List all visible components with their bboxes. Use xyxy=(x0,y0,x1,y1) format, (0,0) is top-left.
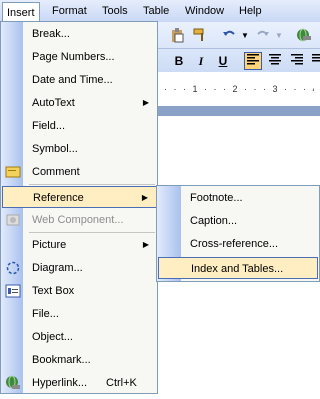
redo-dropdown-icon[interactable]: ▼ xyxy=(270,27,288,45)
italic-button[interactable]: I xyxy=(192,52,210,70)
text-box-icon xyxy=(5,283,21,299)
insert-hyperlink-icon[interactable] xyxy=(294,27,312,45)
format-painter-icon[interactable] xyxy=(191,27,209,45)
menu-item-symbol[interactable]: Symbol... xyxy=(2,138,157,160)
menu-item-page-numbers[interactable]: Page Numbers... xyxy=(2,46,157,68)
menu-item-bookmark[interactable]: Bookmark... xyxy=(2,349,157,371)
submenu-item-caption[interactable]: Caption... xyxy=(158,210,318,232)
menu-item-comment[interactable]: Comment xyxy=(2,161,157,183)
align-right-icon[interactable] xyxy=(288,52,306,70)
toolbar-area: ▼ ▼ B I U xyxy=(158,22,320,72)
menu-item-reference[interactable]: Reference ▶ xyxy=(2,186,157,208)
submenu-item-index-and-tables[interactable]: Index and Tables... xyxy=(158,257,318,279)
menu-window[interactable]: Window xyxy=(181,3,228,19)
underline-button[interactable]: U xyxy=(214,52,232,70)
hyperlink-icon xyxy=(5,375,21,391)
submenu-arrow-icon: ▶ xyxy=(142,240,149,249)
menu-item-date-time[interactable]: Date and Time... xyxy=(2,69,157,91)
menu-item-text-box[interactable]: Text Box xyxy=(2,280,157,302)
menu-item-autotext[interactable]: AutoText ▶ xyxy=(2,92,157,114)
ruler-margin-band xyxy=(158,106,320,116)
menu-bar: Insert Format Tools Table Window Help xyxy=(0,0,320,23)
menu-item-break[interactable]: Break... xyxy=(2,23,157,45)
web-component-icon xyxy=(5,212,21,228)
submenu-arrow-icon: ▶ xyxy=(142,98,149,107)
menu-item-field[interactable]: Field... xyxy=(2,115,157,137)
comment-icon xyxy=(5,164,21,180)
menu-separator xyxy=(29,184,155,185)
paste-icon[interactable] xyxy=(168,27,186,45)
submenu-item-footnote[interactable]: Footnote... xyxy=(158,187,318,209)
undo-dropdown-icon[interactable]: ▼ xyxy=(236,27,254,45)
submenu-arrow-icon: ▶ xyxy=(141,193,148,202)
submenu-item-cross-reference[interactable]: Cross-reference... xyxy=(158,233,318,255)
horizontal-ruler: · · · 1 · · · 2 · · · 3 · · · 4 · · · xyxy=(158,72,320,106)
menu-item-picture[interactable]: Picture ▶ xyxy=(2,234,157,256)
menu-separator xyxy=(29,232,155,233)
align-left-icon[interactable] xyxy=(244,52,262,70)
menu-item-diagram[interactable]: Diagram... xyxy=(2,257,157,279)
ruler-ticks: · · · 1 · · · 2 · · · 3 · · · 4 · · · xyxy=(164,84,314,94)
menu-help[interactable]: Help xyxy=(235,3,266,19)
align-center-icon[interactable] xyxy=(266,52,284,70)
reference-submenu: Footnote... Caption... Cross-reference..… xyxy=(156,185,320,282)
menu-insert[interactable]: Insert xyxy=(2,2,40,23)
bold-button[interactable]: B xyxy=(170,52,188,70)
menu-tools[interactable]: Tools xyxy=(98,3,132,19)
menu-table[interactable]: Table xyxy=(139,3,173,19)
menu-item-hyperlink[interactable]: Hyperlink... Ctrl+K xyxy=(2,372,157,394)
insert-menu: Break... Page Numbers... Date and Time..… xyxy=(0,21,158,394)
justify-icon[interactable] xyxy=(308,52,320,70)
menu-item-web-component[interactable]: Web Component... xyxy=(2,209,157,231)
menu-item-file[interactable]: File... xyxy=(2,303,157,325)
menu-format[interactable]: Format xyxy=(48,3,91,19)
standard-toolbar: ▼ ▼ xyxy=(158,24,320,48)
formatting-toolbar: B I U xyxy=(158,48,320,73)
diagram-icon xyxy=(5,260,21,276)
menu-item-object[interactable]: Object... xyxy=(2,326,157,348)
